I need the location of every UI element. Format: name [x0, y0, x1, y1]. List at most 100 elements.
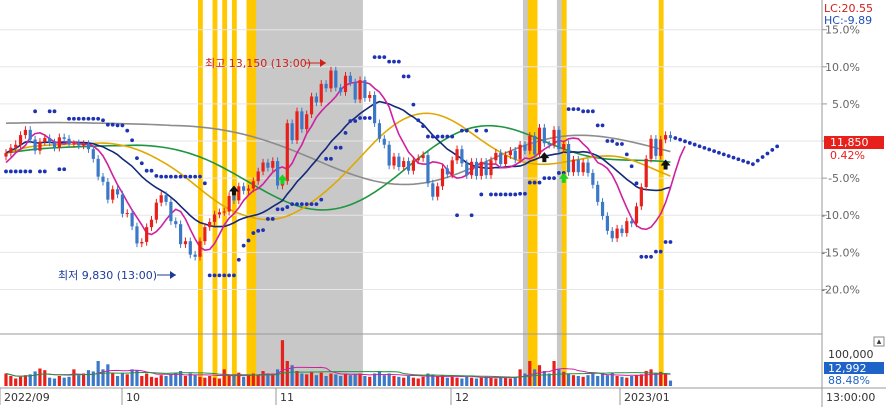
volume-bar — [625, 377, 629, 386]
candle-body — [668, 135, 673, 139]
candle-body — [625, 221, 629, 234]
sar-dot — [47, 109, 52, 114]
volume-bar — [358, 373, 362, 386]
sar-dot — [532, 180, 537, 185]
candle-body — [290, 123, 294, 141]
candle-body — [596, 184, 600, 202]
candle-body — [610, 230, 614, 239]
sar-dot — [624, 152, 629, 157]
volume-bar — [591, 373, 595, 386]
volume-bar — [668, 380, 673, 386]
sar-dot — [396, 59, 401, 64]
sar-dot — [489, 192, 493, 197]
volume-bar — [552, 361, 556, 386]
volume-bar — [280, 340, 285, 386]
volume-bar — [285, 361, 289, 386]
volume-bar — [77, 375, 81, 386]
candle-body — [513, 150, 517, 160]
sar-dot — [673, 136, 678, 140]
volume-bar — [9, 376, 13, 386]
sar-dot — [42, 169, 47, 174]
candle-body — [276, 161, 280, 186]
volume-bar — [479, 377, 483, 386]
candle-body — [542, 127, 546, 144]
volume-bar — [605, 375, 609, 386]
sar-dot — [741, 159, 746, 163]
volume-bar — [193, 375, 197, 386]
sar-dot — [513, 192, 518, 197]
sar-dot — [96, 116, 101, 121]
low-label: 최저 9,830 (13:00) — [58, 269, 157, 282]
sar-dot — [654, 249, 658, 254]
candle-body — [368, 95, 372, 98]
candle-body — [145, 227, 149, 242]
candle-body — [72, 143, 76, 145]
sar-dot — [678, 137, 683, 142]
candle-body — [615, 228, 619, 239]
candle-body — [115, 189, 120, 195]
sar-dot — [198, 174, 202, 179]
candle-body — [518, 144, 522, 160]
candle-body — [77, 143, 81, 146]
candle-body — [242, 186, 246, 191]
sar-dot — [164, 174, 168, 179]
volume-bar — [644, 371, 648, 386]
volume-bar — [649, 369, 653, 386]
sar-dot — [527, 180, 532, 185]
sar-dot — [154, 174, 159, 178]
sar-dot — [387, 59, 392, 64]
sar-dot — [382, 55, 387, 60]
chart-svg: ▴ 최고 13,150 (13:00) 최저 9,830 (13:00) 15.… — [0, 0, 886, 407]
candle-body — [329, 70, 333, 89]
y-tick-label: -10.0% — [821, 209, 860, 222]
volume-bar — [38, 368, 42, 386]
sar-dot — [52, 109, 57, 114]
sar-dot — [663, 240, 668, 244]
sar-dot — [576, 107, 581, 112]
yellow-band — [198, 0, 203, 386]
volume-bar — [639, 374, 643, 386]
collapse-caret-icon: ▴ — [877, 337, 882, 347]
candle-body — [445, 168, 449, 175]
sar-dot — [426, 134, 430, 139]
sar-dot — [770, 148, 775, 152]
candle-body — [111, 189, 115, 200]
volume-bar — [382, 375, 386, 386]
yellow-band — [658, 0, 664, 386]
sar-dot — [464, 128, 469, 133]
volume-bar — [256, 374, 260, 386]
volume-bar — [106, 364, 110, 386]
sar-dot — [86, 116, 91, 121]
candle-body — [416, 158, 420, 161]
candle-body — [436, 186, 440, 197]
sar-dot — [460, 128, 464, 133]
volume-bar — [348, 375, 352, 386]
volume-bar — [82, 373, 86, 386]
candle-body — [373, 95, 377, 124]
volume-bar — [145, 373, 149, 386]
candle-body — [159, 195, 163, 203]
x-tick-label: 2023/01 — [624, 391, 670, 404]
sar-dot — [348, 119, 353, 123]
volume-bar — [52, 378, 57, 386]
y-tick-label: 5.0% — [832, 98, 860, 111]
x-time-label: 13:00:00 — [826, 391, 875, 404]
volume-bar — [227, 375, 231, 386]
sar-dot — [775, 144, 780, 149]
candle-body — [120, 194, 124, 214]
sar-dot — [634, 181, 639, 186]
volume-bar — [528, 361, 532, 386]
candle-body — [455, 149, 459, 161]
volume-bar — [596, 376, 600, 386]
sar-dot — [751, 162, 755, 167]
volume-bar — [450, 376, 454, 386]
candle-body — [91, 149, 95, 159]
candle-body — [567, 143, 571, 173]
volume-bar — [630, 376, 634, 386]
sar-dot — [552, 176, 556, 181]
volume-bar — [174, 373, 178, 386]
candle-body — [101, 176, 105, 182]
volume-bar — [222, 369, 226, 386]
volume-bar — [470, 377, 474, 386]
sar-dot — [416, 118, 421, 123]
